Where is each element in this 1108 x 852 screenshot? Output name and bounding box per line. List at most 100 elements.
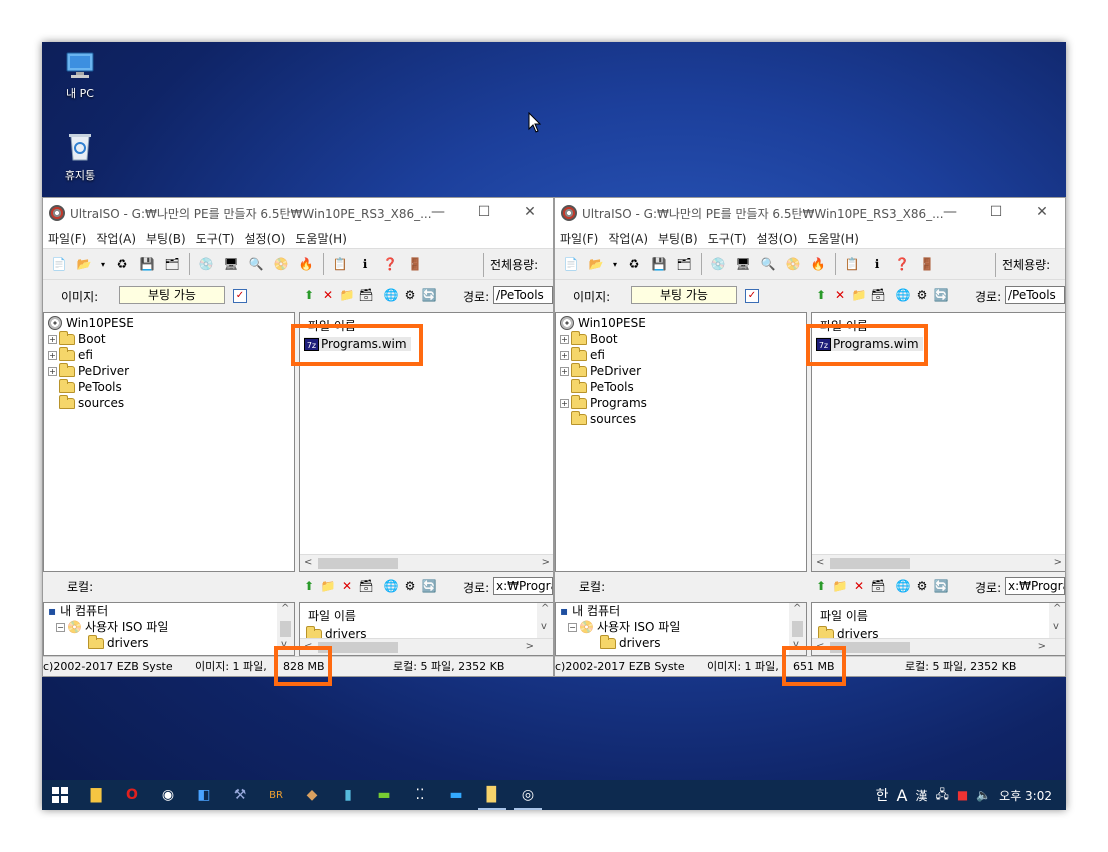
collapse-icon[interactable]: − <box>568 622 577 632</box>
properties-icon[interactable]: 🌐 <box>895 578 911 594</box>
up-folder-icon[interactable]: ⬆ <box>813 287 829 303</box>
new-folder-icon[interactable]: 📁 <box>832 578 848 594</box>
info-icon[interactable]: ℹ <box>355 254 375 274</box>
menu-help[interactable]: 도움말(H) <box>290 230 352 247</box>
desktop-icon-my-pc[interactable]: 내 PC <box>48 50 112 101</box>
windows-icon[interactable]: ◧ <box>186 780 222 810</box>
ultraiso-window-left[interactable]: UltraISO - G:₩나만의 PE를 만들자 6.5탄₩Win10PE_R… <box>42 197 554 677</box>
tree-item-efi[interactable]: + efi <box>560 346 806 363</box>
up-folder-icon[interactable]: ⬆ <box>813 578 829 594</box>
opera-icon[interactable]: O <box>114 780 150 810</box>
tree-item-sources[interactable]: sources <box>560 410 806 427</box>
tree-item-sources[interactable]: sources <box>48 394 294 411</box>
minimize-button[interactable]: — <box>927 198 973 228</box>
scroll-up-icon[interactable]: ^ <box>281 603 289 614</box>
open-icon[interactable]: 📂 <box>74 254 94 274</box>
scroll-up-icon[interactable]: ^ <box>1053 603 1061 614</box>
info-icon[interactable]: ℹ <box>867 254 887 274</box>
boot-check-icon[interactable]: ✓ <box>745 289 759 303</box>
start-icon[interactable] <box>42 780 78 810</box>
expand-icon[interactable]: + <box>560 350 569 360</box>
rename-icon[interactable]: 🗃 <box>358 578 374 594</box>
terminal-icon[interactable]: ▬ <box>366 780 402 810</box>
compress-icon[interactable]: 🔍 <box>246 254 266 274</box>
expand-icon[interactable]: + <box>48 366 57 376</box>
column-header-filename[interactable]: 파일 이름 <box>308 607 356 624</box>
title-bar[interactable]: UltraISO - G:₩나만의 PE를 만들자 6.5탄₩Win10PE_R… <box>43 198 553 228</box>
ime-alpha[interactable]: A <box>897 786 908 805</box>
new-folder-icon[interactable]: 📁 <box>851 287 867 303</box>
tool-icon[interactable]: ⚒ <box>222 780 258 810</box>
title-bar[interactable]: UltraISO - G:₩나만의 PE를 만들자 6.5탄₩Win10PE_R… <box>555 198 1065 228</box>
exit-icon[interactable]: 🚪 <box>405 254 425 274</box>
task-view-icon[interactable]: ⁚⁚ <box>402 780 438 810</box>
expand-icon[interactable]: + <box>48 334 57 344</box>
iso-tree-panel[interactable]: Win10PESE + Boot + efi + PeDriver PeTools +… <box>555 312 807 572</box>
new-folder-icon[interactable]: 📁 <box>320 578 336 594</box>
tree-root[interactable]: Win10PESE <box>560 315 806 331</box>
scroll-right-icon[interactable]: > <box>526 641 534 652</box>
vertical-scrollbar[interactable]: ^ v <box>1049 603 1065 639</box>
menu-tools[interactable]: 도구(T) <box>191 230 240 247</box>
ultraiso-icon[interactable]: ◎ <box>510 780 546 810</box>
tree-item-programs[interactable]: + Programs <box>560 394 806 411</box>
chrome-icon[interactable]: ◉ <box>150 780 186 810</box>
local-file-list[interactable]: 파일 이름 drivers ^ v < > <box>811 602 1065 656</box>
scroll-thumb[interactable] <box>318 558 398 569</box>
ime-hanja[interactable]: 漢 <box>915 787 927 804</box>
new-icon[interactable]: 📄 <box>561 254 581 274</box>
burn-icon[interactable]: 📀 <box>271 254 291 274</box>
delete-icon[interactable]: ✕ <box>832 287 848 303</box>
clock[interactable]: 오후 3:02 <box>999 787 1052 804</box>
notepad-icon[interactable]: ▉ <box>474 780 510 810</box>
help-icon[interactable]: ❓ <box>892 254 912 274</box>
local-tree-iso-files[interactable]: − 📀 사용자 ISO 파일 <box>48 619 294 635</box>
compress-icon[interactable]: 🔍 <box>758 254 778 274</box>
make-cd-image-icon[interactable]: 💿 <box>196 254 216 274</box>
menu-boot[interactable]: 부팅(B) <box>653 230 703 247</box>
file-explorer-icon[interactable]: ▇ <box>78 780 114 810</box>
horizontal-scrollbar[interactable]: < > <box>812 554 1065 571</box>
close-button[interactable]: ✕ <box>1019 198 1065 228</box>
new-icon[interactable]: 📄 <box>49 254 69 274</box>
local-tree-iso-files[interactable]: − 📀 사용자 ISO 파일 <box>560 619 806 635</box>
desktop-icon-recycle-bin[interactable]: 휴지통 <box>48 130 112 183</box>
maximize-button[interactable]: ☐ <box>461 198 507 228</box>
local-path-field[interactable]: x:₩Progra <box>1005 577 1065 595</box>
scroll-thumb[interactable] <box>830 558 910 569</box>
horizontal-scrollbar[interactable]: < > <box>812 638 1065 655</box>
menu-file[interactable]: 파일(F) <box>43 230 91 247</box>
refresh-icon[interactable]: 🔄 <box>421 578 437 594</box>
vertical-scrollbar[interactable]: ^ v <box>537 603 553 639</box>
rename-icon[interactable]: 🗃 <box>870 578 886 594</box>
delete-icon[interactable]: ✕ <box>339 578 355 594</box>
menu-tools[interactable]: 도구(T) <box>703 230 752 247</box>
rename-icon[interactable]: 🗃 <box>870 287 886 303</box>
burn-icon[interactable]: 📀 <box>783 254 803 274</box>
scroll-down-icon[interactable]: v <box>541 621 547 632</box>
save-icon[interactable]: 💾 <box>649 254 669 274</box>
properties-icon[interactable]: 🌐 <box>895 287 911 303</box>
scroll-up-icon[interactable]: ^ <box>793 603 801 614</box>
expand-icon[interactable]: + <box>48 350 57 360</box>
extract-icon[interactable]: ♻ <box>112 254 132 274</box>
mount-icon[interactable]: 🖥 <box>221 254 241 274</box>
menu-settings[interactable]: 설정(O) <box>751 230 802 247</box>
refresh-icon[interactable]: 🔄 <box>933 578 949 594</box>
settings-icon[interactable]: ⚙ <box>402 287 418 303</box>
local-tree-drivers[interactable]: drivers <box>560 634 806 651</box>
horizontal-scrollbar[interactable]: < > <box>300 638 553 655</box>
tree-item-pedriver[interactable]: + PeDriver <box>560 362 806 379</box>
horizontal-scrollbar[interactable]: < > <box>300 554 553 571</box>
save-as-icon[interactable]: 🗂 <box>674 254 694 274</box>
help-icon[interactable]: ❓ <box>380 254 400 274</box>
expand-icon[interactable]: + <box>560 366 569 376</box>
iso-path-field[interactable]: /PeTools <box>493 286 553 304</box>
save-as-icon[interactable]: 🗂 <box>162 254 182 274</box>
mount-icon[interactable]: 🖥 <box>733 254 753 274</box>
expand-icon[interactable]: + <box>560 398 569 408</box>
refresh-icon[interactable]: 🔄 <box>421 287 437 303</box>
virtual-drive-icon[interactable]: 🔥 <box>296 254 316 274</box>
maximize-button[interactable]: ☐ <box>973 198 1019 228</box>
tree-item-boot[interactable]: + Boot <box>48 330 294 347</box>
